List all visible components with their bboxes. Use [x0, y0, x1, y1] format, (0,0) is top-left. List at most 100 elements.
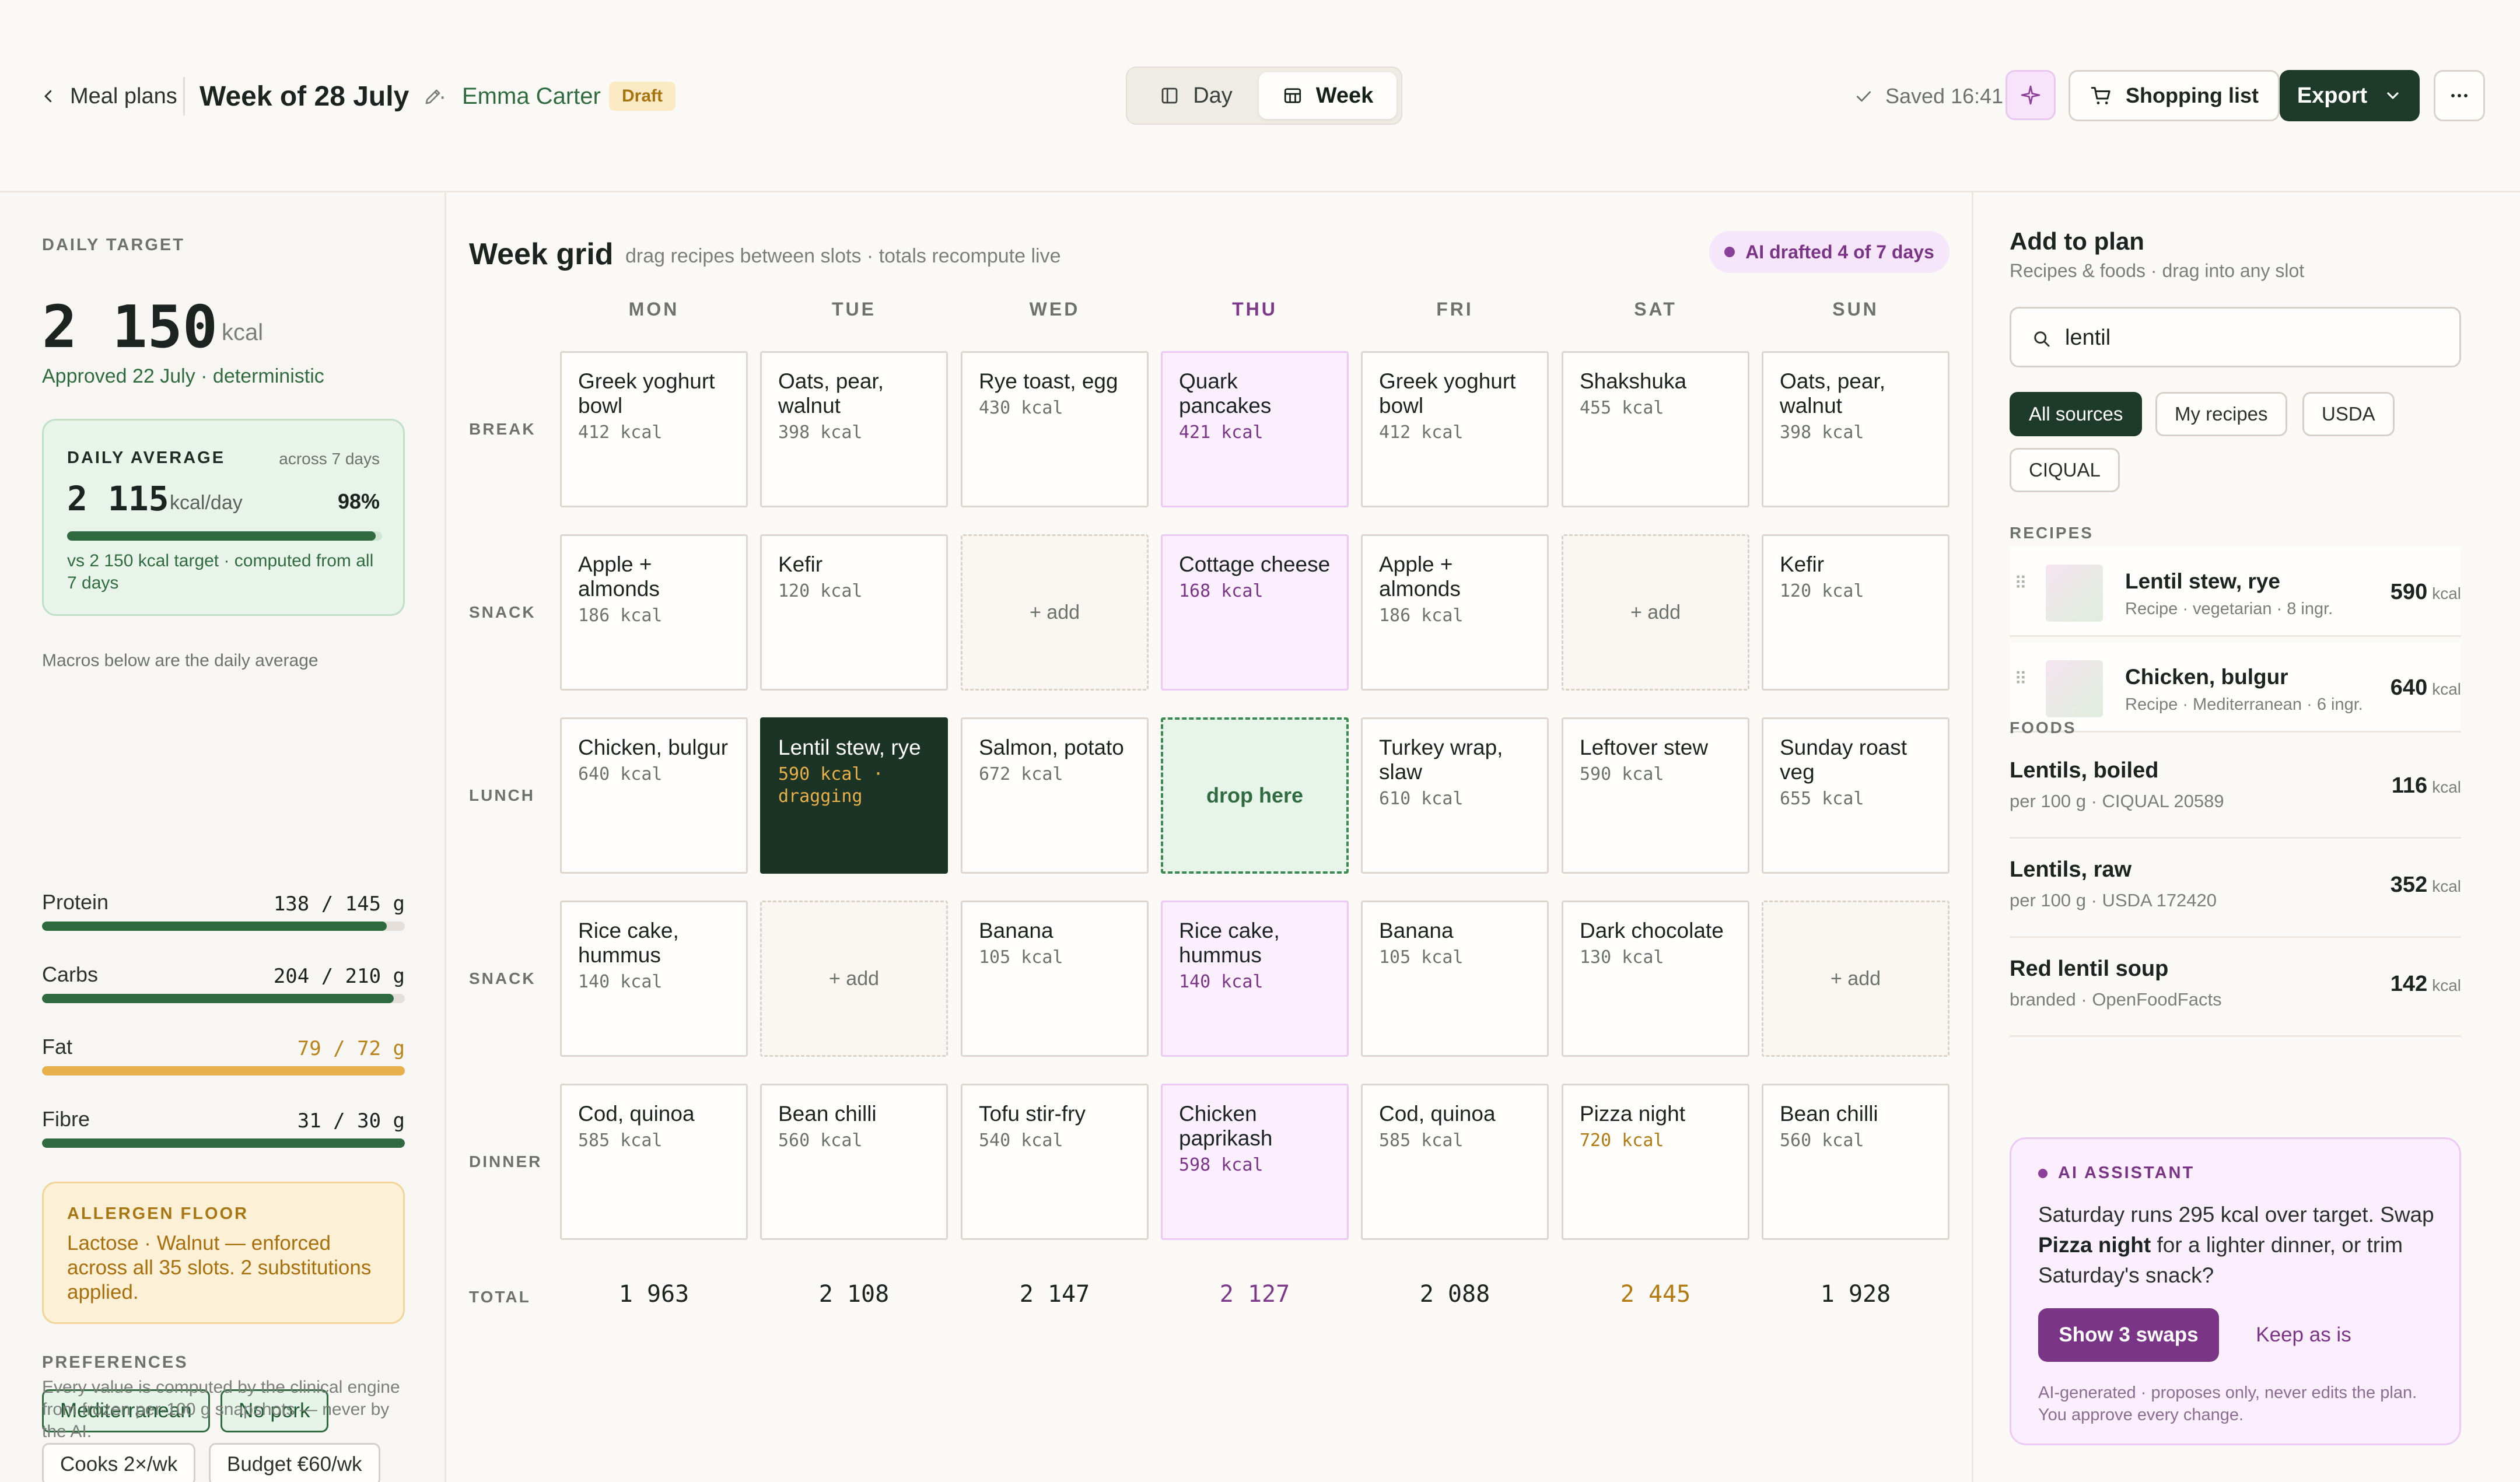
meal-cell[interactable]: Leftover stew 590 kcal [1562, 717, 1749, 874]
meal-kcal: 398 kcal [1780, 422, 1864, 443]
meal-cell[interactable]: Salmon, potato 672 kcal [961, 717, 1149, 874]
recipe-kcal-unit: kcal [2432, 680, 2461, 698]
meal-cell[interactable]: Shakshuka 455 kcal [1562, 351, 1749, 507]
add-meal-label: + add [828, 967, 880, 990]
drag-handle-icon[interactable]: ⠿ [2014, 575, 2027, 603]
meal-cell[interactable]: Cottage cheese 168 kcal [1161, 534, 1349, 691]
meal-cell[interactable]: Bean chilli 560 kcal [1762, 1084, 1950, 1240]
drop-target[interactable]: drop here [1161, 717, 1349, 874]
meal-name: Tofu stir-fry [979, 1102, 1086, 1126]
ai-assistant-label: AI ASSISTANT [2058, 1164, 2195, 1182]
recipes-label: RECIPES [2010, 524, 2094, 542]
food-kcal-value: 352 [2390, 873, 2428, 897]
allergen-text: Lactose · Walnut — enforced across all 3… [67, 1232, 372, 1304]
meal-cell[interactable]: Oats, pear, walnut 398 kcal [1762, 351, 1950, 507]
empty-slot[interactable]: + add [1562, 534, 1749, 691]
meal-cell[interactable]: Lentil stew, rye 590 kcal · dragging [760, 717, 948, 874]
day-header: TUE [832, 299, 876, 320]
meal-cell[interactable]: Cod, quinoa 585 kcal [560, 1084, 748, 1240]
chevron-left-icon [44, 90, 52, 103]
meal-cell[interactable]: Quark pancakes 421 kcal [1161, 351, 1349, 507]
meal-cell[interactable]: Greek yoghurt bowl 412 kcal [560, 351, 748, 507]
meal-cell[interactable]: Bean chilli 560 kcal [760, 1084, 948, 1240]
preference-chip[interactable]: Budget €60/wk [209, 1443, 380, 1482]
food-meta: branded · OpenFoodFacts [2010, 989, 2222, 1010]
day-total: 1 963 [618, 1281, 690, 1308]
shopping-list-label: Shopping list [2126, 83, 2259, 107]
daily-average-unit: kcal/day [170, 492, 243, 514]
client-name-link[interactable]: Emma Carter [462, 73, 601, 120]
search-input[interactable] [2065, 320, 2450, 355]
meal-cell[interactable]: Tofu stir-fry 540 kcal [961, 1084, 1149, 1240]
meal-cell[interactable]: Oats, pear, walnut 398 kcal [760, 351, 948, 507]
day-total: 2 127 [1219, 1281, 1290, 1308]
daily-average-card: DAILY AVERAGE across 7 days 2 115 kcal/d… [42, 419, 405, 616]
food-kcal-unit: kcal [2432, 877, 2461, 895]
export-button[interactable]: Export [2280, 70, 2420, 121]
meal-cell[interactable]: Apple + almonds 186 kcal [560, 534, 748, 691]
source-filter-chip[interactable]: My recipes [2155, 392, 2287, 436]
food-result[interactable]: Lentils, raw per 100 g · USDA 172420 352 kc… [2010, 840, 2461, 938]
grid-title: Week grid [469, 237, 614, 271]
recipe-result[interactable]: ⠿ Chicken, bulgur Recipe · Mediterranean ·… [2010, 643, 2461, 733]
meal-cell[interactable]: Kefir 120 kcal [1762, 534, 1950, 691]
meal-kcal: 186 kcal [578, 605, 663, 626]
meal-cell[interactable]: Apple + almonds 186 kcal [1361, 534, 1549, 691]
source-filter-chip[interactable]: USDA [2302, 392, 2395, 436]
meal-name: Sunday roast veg [1780, 735, 1908, 784]
food-result[interactable]: Lentils, boiled per 100 g · CIQUAL 20589 1… [2010, 741, 2461, 839]
more-options-button[interactable] [2434, 70, 2485, 121]
meal-cell[interactable]: Banana 105 kcal [961, 901, 1149, 1057]
macro-progress-fill [42, 922, 387, 931]
view-toggle: Day Week [1126, 66, 1402, 125]
drag-handle-icon[interactable]: ⠿ [2014, 671, 2027, 699]
meal-name: Leftover stew [1580, 735, 1709, 759]
meal-cell[interactable]: Kefir 120 kcal [760, 534, 948, 691]
source-filter-chip[interactable]: All sources [2010, 392, 2143, 436]
tab-day[interactable]: Day [1133, 72, 1259, 119]
meal-name: Cod, quinoa [578, 1102, 695, 1126]
preference-chip[interactable]: Cooks 2×/wk [42, 1443, 196, 1482]
food-result[interactable]: Red lentil soup branded · OpenFoodFacts 14… [2010, 939, 2461, 1037]
meal-kcal: 130 kcal [1580, 947, 1664, 968]
meal-kcal: 430 kcal [979, 398, 1063, 418]
meal-kcal: 560 kcal [778, 1130, 863, 1151]
search-field[interactable] [2010, 307, 2461, 367]
tab-week[interactable]: Week [1259, 72, 1396, 119]
food-kcal-unit: kcal [2432, 976, 2461, 994]
recipe-name: Lentil stew, rye [2125, 569, 2280, 593]
food-kcal: 142 kcal [2390, 972, 2461, 997]
meal-kcal: 105 kcal [979, 947, 1063, 968]
meal-slot-label: LUNCH [469, 786, 535, 804]
recipe-result[interactable]: ⠿ Lentil stew, rye Recipe · vegetarian · 8… [2010, 547, 2461, 637]
recipe-kcal-value: 640 [2390, 675, 2428, 700]
back-to-meal-plans-link[interactable]: Meal plans [40, 76, 177, 117]
week-grid-icon [1284, 88, 1301, 103]
food-name: Lentils, boiled [2010, 758, 2159, 783]
shopping-list-button[interactable]: Shopping list [2068, 70, 2280, 121]
keep-as-is-button[interactable]: Keep as is [2231, 1308, 2376, 1362]
meal-cell[interactable]: Greek yoghurt bowl 412 kcal [1361, 351, 1549, 507]
ai-assist-button[interactable] [2006, 70, 2056, 120]
meal-cell[interactable]: Turkey wrap, slaw 610 kcal [1361, 717, 1549, 874]
empty-slot[interactable]: + add [760, 901, 948, 1057]
meal-kcal: 186 kcal [1379, 605, 1464, 626]
meal-cell[interactable]: Chicken, bulgur 640 kcal [560, 717, 748, 874]
meal-cell[interactable]: Banana 105 kcal [1361, 901, 1549, 1057]
macro-progress-fill [42, 1138, 405, 1148]
meal-cell[interactable]: Dark chocolate 130 kcal [1562, 901, 1749, 1057]
meal-cell[interactable]: Rice cake, hummus 140 kcal [1161, 901, 1349, 1057]
meal-cell[interactable]: Chicken paprikash 598 kcal [1161, 1084, 1349, 1240]
source-filter-chip[interactable]: CIQUAL [2010, 448, 2120, 492]
meal-cell[interactable]: Rye toast, egg 430 kcal [961, 351, 1149, 507]
show-swaps-button[interactable]: Show 3 swaps [2038, 1308, 2219, 1362]
ai-dot-icon [1724, 247, 1735, 257]
meal-cell[interactable]: Cod, quinoa 585 kcal [1361, 1084, 1549, 1240]
empty-slot[interactable]: + add [961, 534, 1149, 691]
meal-cell[interactable]: Rice cake, hummus 140 kcal [560, 901, 748, 1057]
meal-cell[interactable]: Sunday roast veg 655 kcal [1762, 717, 1950, 874]
add-to-plan-panel: Add to plan Recipes & foods · drag into … [1972, 192, 2520, 1482]
empty-slot[interactable]: + add [1762, 901, 1950, 1057]
meal-kcal: 140 kcal [578, 972, 663, 992]
meal-cell[interactable]: Pizza night 720 kcal [1562, 1084, 1749, 1240]
